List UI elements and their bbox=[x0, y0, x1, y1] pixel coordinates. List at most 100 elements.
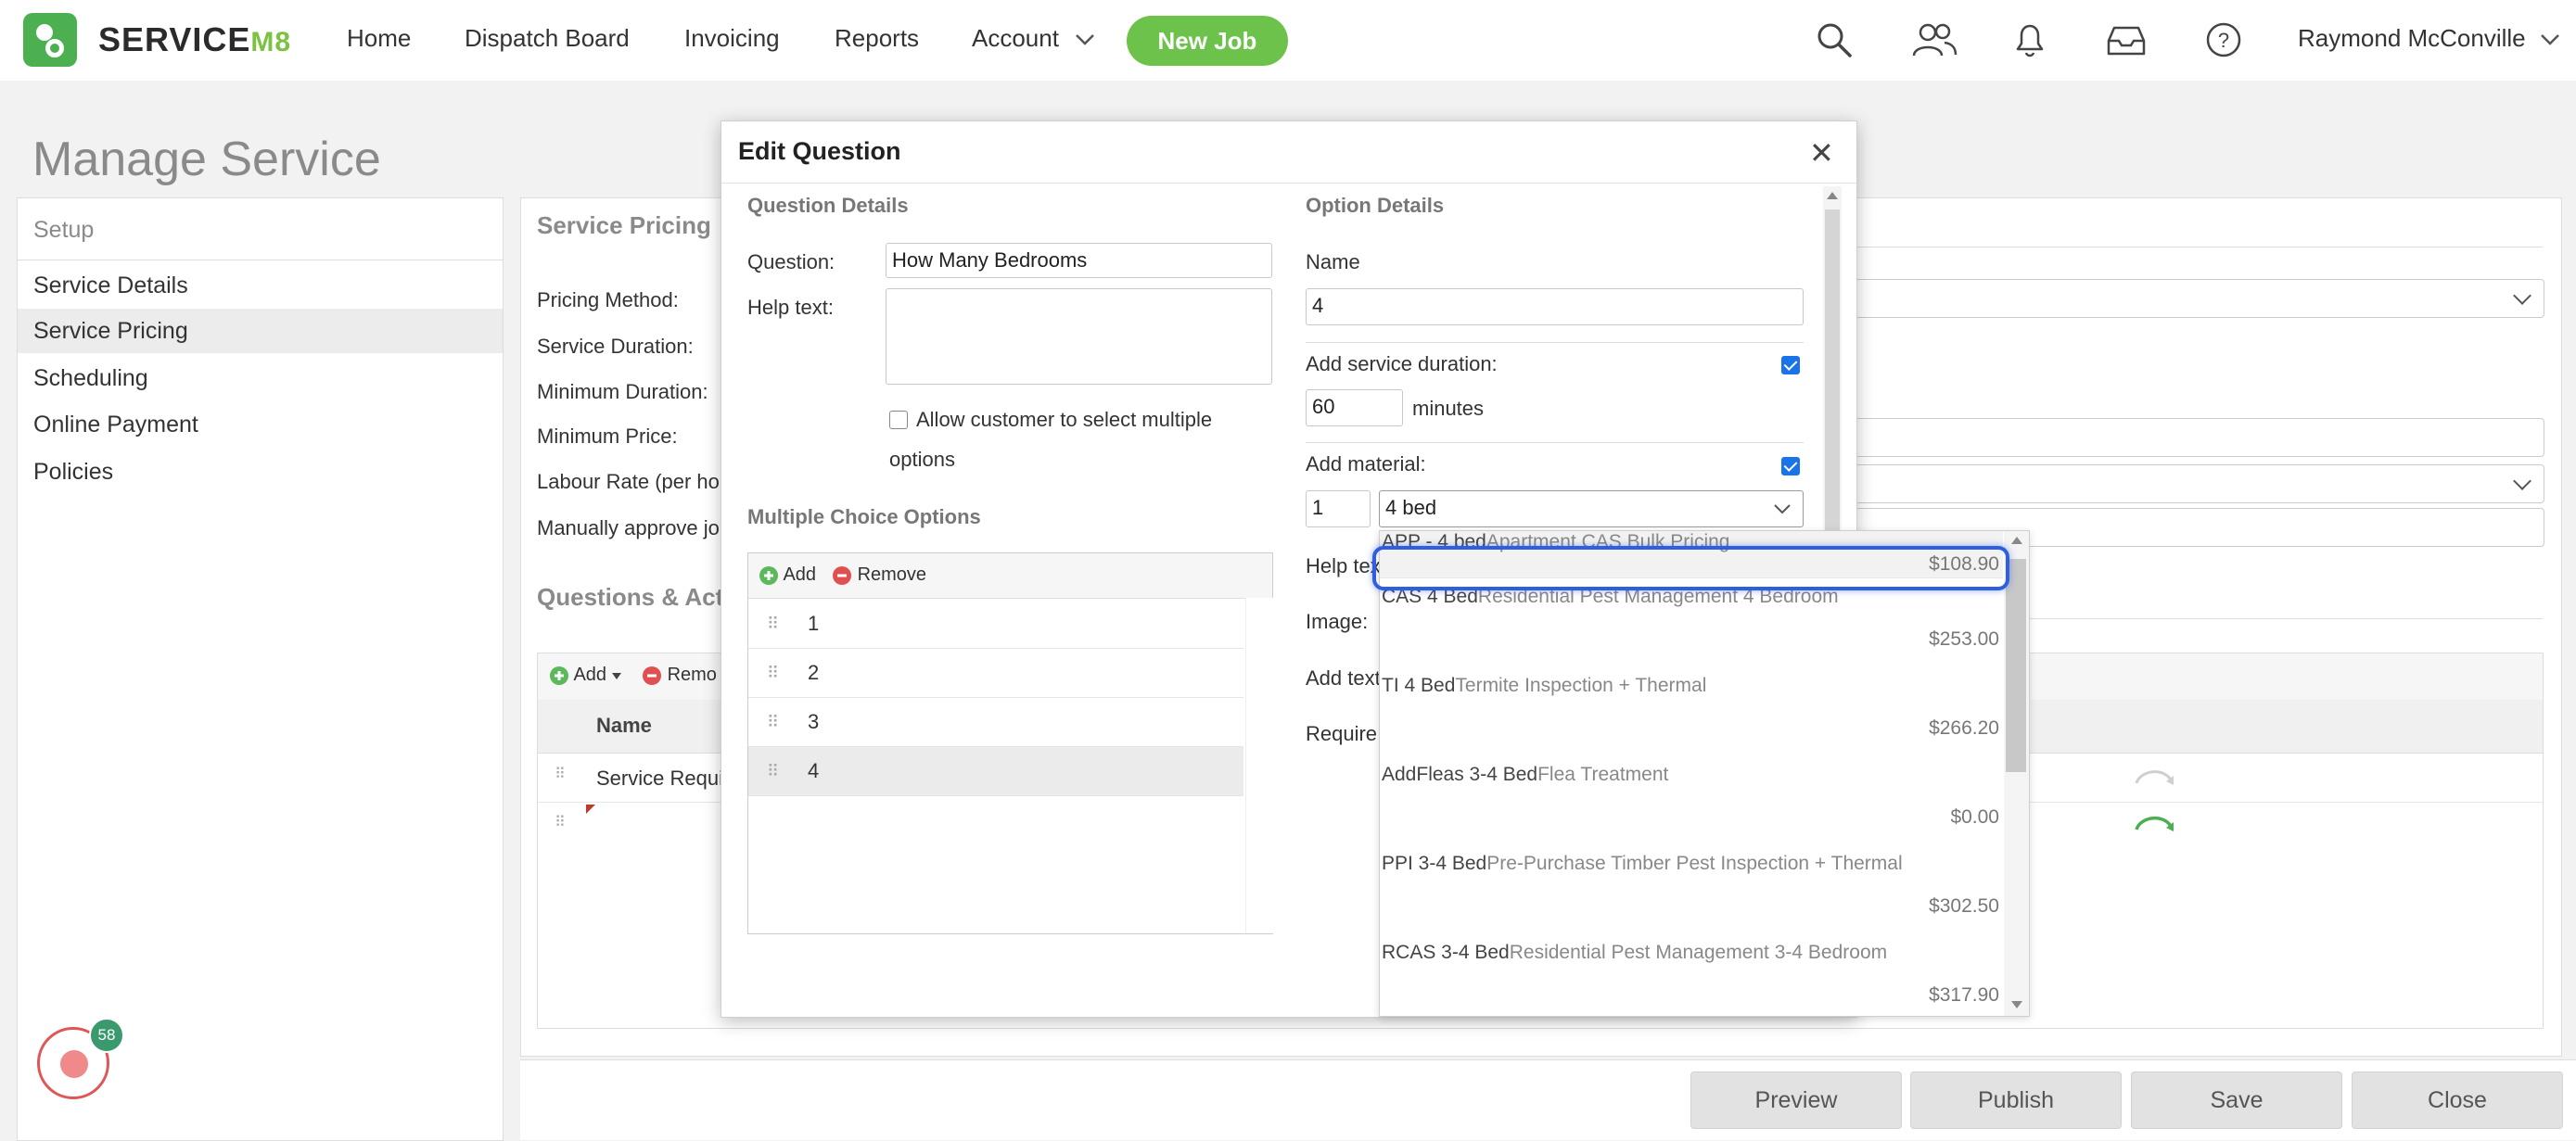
scroll-down-icon[interactable] bbox=[2011, 1001, 2022, 1008]
allow-multiple-checkbox[interactable] bbox=[889, 411, 908, 429]
setup-item-service-details[interactable]: Service Details bbox=[18, 263, 503, 308]
add-service-duration-checkbox[interactable] bbox=[1781, 356, 1800, 374]
pricing-method-select[interactable] bbox=[1847, 279, 2544, 318]
preview-button[interactable]: Preview bbox=[1690, 1071, 1902, 1129]
inbox-icon[interactable] bbox=[2105, 20, 2148, 59]
allow-multiple-label: Allow customer to select multiple bbox=[916, 408, 1213, 431]
list-item[interactable]: ⠿ 3 bbox=[748, 698, 1243, 747]
dialog-scrollbar-thumb[interactable] bbox=[1825, 209, 1840, 580]
add-option-button[interactable]: Add bbox=[759, 564, 816, 586]
drag-handle-icon[interactable]: ⠿ bbox=[767, 713, 779, 732]
duration-input[interactable]: 60 bbox=[1306, 389, 1403, 426]
nav-home[interactable]: Home bbox=[347, 24, 411, 53]
dropdown-item-ppi-3-4-bed[interactable]: PPI 3-4 BedPre-Purchase Timber Pest Insp… bbox=[1380, 845, 2003, 935]
list-item-selected[interactable]: ⠿ 4 bbox=[748, 747, 1243, 796]
servicem8-logo-text[interactable]: SERVICEM8 bbox=[98, 20, 291, 59]
dropdown-item-addfleas-3-4-bed[interactable]: AddFleas 3-4 BedFlea Treatment $0.00 bbox=[1380, 756, 2003, 846]
option-name-input[interactable]: 4 bbox=[1306, 288, 1804, 325]
flag-marker-icon bbox=[586, 805, 595, 814]
redo-arrow-icon[interactable] bbox=[2131, 811, 2177, 833]
remove-icon bbox=[833, 565, 851, 585]
chevron-down-icon bbox=[1774, 504, 1791, 514]
service-duration-label: Service Duration: bbox=[537, 335, 694, 358]
setup-item-online-payment[interactable]: Online Payment bbox=[18, 402, 503, 447]
setup-header: Setup bbox=[18, 198, 503, 260]
scroll-up-icon[interactable] bbox=[2011, 537, 2022, 544]
dropdown-item-rcas-3-4-bed[interactable]: RCAS 3-4 BedResidential Pest Management … bbox=[1380, 934, 2003, 1016]
add-text-label: Add text bbox=[1306, 666, 1381, 690]
remove-icon bbox=[643, 666, 661, 685]
name-column-header: Name bbox=[596, 714, 652, 737]
labour-rate-select[interactable] bbox=[1847, 464, 2544, 503]
search-icon[interactable] bbox=[1815, 20, 1854, 59]
nav-reports[interactable]: Reports bbox=[835, 24, 919, 53]
multiple-choice-list: Add Remove ⠿ 1 ⠿ 2 ⠿ 3 ⠿ 4 bbox=[747, 552, 1273, 934]
nav-account[interactable]: Account bbox=[972, 24, 1095, 53]
list-item[interactable]: ⠿ 2 bbox=[748, 649, 1243, 698]
people-icon[interactable] bbox=[1911, 20, 1958, 59]
minimum-price-input[interactable] bbox=[1847, 418, 2544, 457]
option-details-heading: Option Details bbox=[1306, 194, 1445, 217]
notification-count-badge: 58 bbox=[89, 1018, 124, 1053]
help-icon[interactable]: ? bbox=[2204, 20, 2243, 59]
list-item[interactable]: ⠿ 1 bbox=[748, 600, 1243, 649]
divider bbox=[1306, 342, 1804, 343]
service-pricing-heading: Service Pricing bbox=[537, 211, 711, 239]
user-name: Raymond McConville bbox=[2298, 24, 2526, 52]
setup-item-scheduling[interactable]: Scheduling bbox=[18, 356, 503, 400]
remove-option-button[interactable]: Remove bbox=[832, 564, 926, 586]
user-menu[interactable]: Raymond McConville bbox=[2298, 24, 2560, 53]
add-material-label: Add material: bbox=[1306, 452, 1426, 475]
drag-handle-icon[interactable]: ⠿ bbox=[555, 813, 566, 831]
svg-text:?: ? bbox=[2218, 29, 2229, 52]
dialog-header: Edit Question ✕ bbox=[721, 121, 1856, 184]
publish-button[interactable]: Publish bbox=[1910, 1071, 2122, 1129]
allow-multiple-label-cont: options bbox=[889, 448, 955, 471]
nav-invoicing[interactable]: Invoicing bbox=[684, 24, 780, 53]
servicem8-logo-icon[interactable] bbox=[23, 13, 77, 67]
remove-question-button[interactable]: Remo bbox=[642, 665, 717, 686]
material-dropdown-list: APP - 4 bedApartment CAS Bulk Pricing $1… bbox=[1379, 530, 2030, 1017]
drag-handle-icon[interactable]: ⠿ bbox=[767, 762, 779, 781]
new-job-button[interactable]: New Job bbox=[1127, 16, 1288, 66]
setup-item-service-pricing[interactable]: Service Pricing bbox=[18, 309, 503, 353]
add-icon bbox=[550, 666, 568, 685]
question-label: Question: bbox=[747, 250, 835, 273]
question-input[interactable]: How Many Bedrooms bbox=[886, 243, 1272, 278]
dropdown-scrollbar-thumb[interactable] bbox=[2006, 559, 2026, 772]
nav-account-label: Account bbox=[972, 24, 1059, 52]
add-material-checkbox[interactable] bbox=[1781, 457, 1800, 475]
material-qty-input[interactable]: 1 bbox=[1306, 490, 1371, 527]
save-button[interactable]: Save bbox=[2131, 1071, 2342, 1129]
material-search-value: 4 bed bbox=[1385, 496, 1437, 519]
chevron-down-icon bbox=[2541, 34, 2559, 45]
pricing-method-label: Pricing Method: bbox=[537, 288, 679, 311]
manually-approve-label: Manually approve jo bbox=[537, 516, 720, 539]
setup-sidebar: Setup Service Details Service Pricing Sc… bbox=[17, 197, 504, 1141]
remove-question-label: Remo bbox=[667, 665, 717, 685]
close-button[interactable]: Close bbox=[2352, 1071, 2563, 1129]
add-option-label: Add bbox=[783, 564, 817, 585]
dropdown-item-cas-4-bed[interactable]: CAS 4 BedResidential Pest Management 4 B… bbox=[1380, 578, 2003, 668]
nav-dispatch-board[interactable]: Dispatch Board bbox=[465, 24, 630, 53]
drag-handle-icon[interactable]: ⠿ bbox=[767, 615, 779, 634]
dropdown-item-ti-4-bed[interactable]: TI 4 BedTermite Inspection + Thermal $26… bbox=[1380, 667, 2003, 757]
drag-handle-icon[interactable]: ⠿ bbox=[767, 664, 779, 683]
bell-icon[interactable] bbox=[2010, 20, 2049, 59]
list-scrollbar[interactable] bbox=[1245, 598, 1273, 933]
question-row-name: Service Requi bbox=[596, 767, 723, 790]
caret-down-icon bbox=[611, 673, 621, 679]
material-search-input[interactable]: 4 bed bbox=[1379, 490, 1804, 527]
scroll-up-icon[interactable] bbox=[1827, 192, 1838, 199]
dropdown-item-app-4-bed[interactable]: APP - 4 bedApartment CAS Bulk Pricing $1… bbox=[1380, 531, 2003, 578]
labour-rate-label: Labour Rate (per hou bbox=[537, 470, 732, 493]
drag-handle-icon[interactable]: ⠿ bbox=[555, 765, 566, 783]
setup-item-policies[interactable]: Policies bbox=[18, 450, 503, 494]
page-title: Manage Service bbox=[32, 133, 381, 186]
close-icon[interactable]: ✕ bbox=[1809, 138, 1834, 168]
add-service-duration-label: Add service duration: bbox=[1306, 352, 1498, 375]
help-text-textarea[interactable] bbox=[886, 288, 1272, 385]
add-icon bbox=[759, 565, 778, 585]
add-question-button[interactable]: Add bbox=[549, 665, 621, 686]
divider bbox=[1306, 442, 1804, 443]
